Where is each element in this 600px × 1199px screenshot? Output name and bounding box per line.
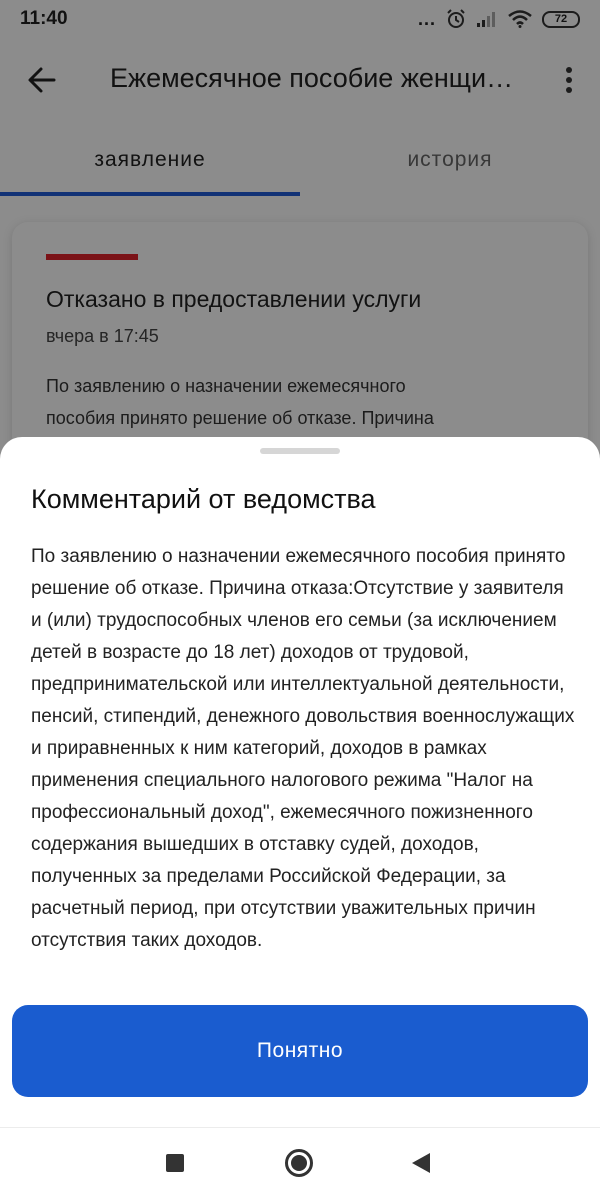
sheet-comment-text: По заявлению о назначении ежемесячного п… — [31, 546, 575, 951]
recent-apps-icon[interactable] — [166, 1154, 184, 1172]
system-nav-bar — [0, 1128, 600, 1199]
ok-button[interactable]: Понятно — [12, 1005, 588, 1097]
home-icon[interactable] — [285, 1149, 313, 1177]
drag-handle[interactable] — [260, 448, 340, 454]
bottom-sheet: Комментарий от ведомства По заявлению о … — [0, 437, 600, 1199]
screen: 11:40 ... 72 Ежемесячное пособие женщина… — [0, 0, 600, 1199]
sheet-title: Комментарий от ведомства — [31, 484, 376, 514]
back-triangle-icon[interactable] — [412, 1153, 430, 1173]
